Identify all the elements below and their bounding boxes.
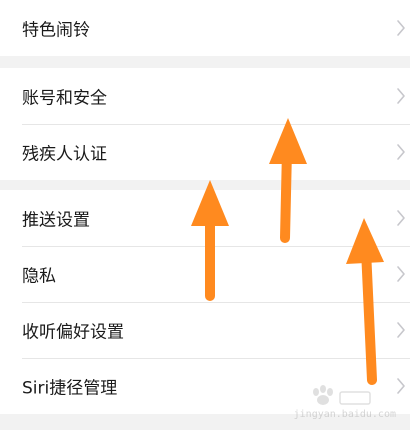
row-label: Siri捷径管理 [22,378,118,399]
settings-row-privacy[interactable]: 隐私 [0,246,410,302]
settings-row-account-security[interactable]: 账号和安全 [0,68,410,124]
row-label: 特色闹铃 [22,20,90,41]
settings-group-2: 账号和安全 残疾人认证 [0,68,410,180]
paw-icon [313,385,371,405]
settings-group-1: 特色闹铃 [0,0,410,56]
chevron-right-icon [396,321,406,339]
chevron-right-icon [396,377,406,395]
settings-row-disability-certification[interactable]: 残疾人认证 [0,124,410,180]
settings-row-push-settings[interactable]: 推送设置 [0,190,410,246]
settings-row-listening-preferences[interactable]: 收听偏好设置 [0,302,410,358]
chevron-right-icon [396,143,406,161]
row-label: 推送设置 [22,210,90,231]
settings-row-special-alarm[interactable]: 特色闹铃 [0,0,410,56]
chevron-right-icon [396,19,406,37]
settings-group-3: 推送设置 隐私 收听偏好设置 Siri捷径管理 [0,190,410,414]
row-label: 收听偏好设置 [22,322,124,343]
chevron-right-icon [396,87,406,105]
row-label: 残疾人认证 [22,144,107,165]
row-label: 账号和安全 [22,88,107,109]
chevron-right-icon [396,209,406,227]
watermark-text: jingyan.baidu.com [293,409,396,420]
chevron-right-icon [396,265,406,283]
watermark-logo: jingyan.baidu.com [284,384,396,420]
row-label: 隐私 [22,266,56,287]
